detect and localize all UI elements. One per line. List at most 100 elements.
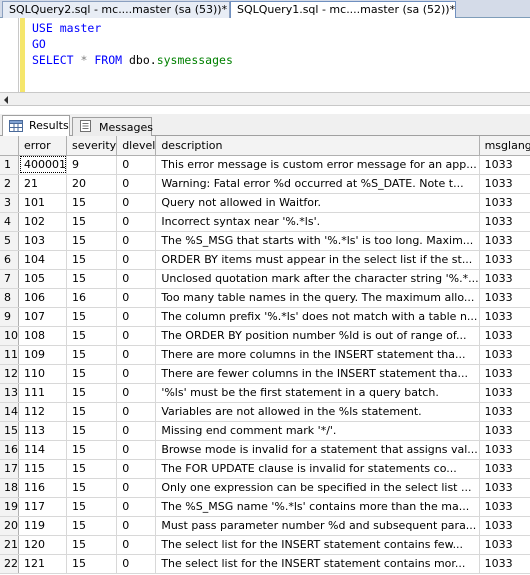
cell-dlevel[interactable]: 0: [116, 155, 157, 175]
cell-severity[interactable]: 15: [66, 212, 118, 232]
row-number[interactable]: 15: [0, 421, 19, 441]
cell-severity[interactable]: 9: [66, 155, 118, 175]
cell-error[interactable]: 121: [18, 554, 67, 574]
cell-msglangid[interactable]: 1033: [479, 250, 530, 270]
cell-dlevel[interactable]: 0: [116, 364, 157, 384]
cell-msglangid[interactable]: 1033: [479, 516, 530, 536]
cell-msglangid[interactable]: 1033: [479, 535, 530, 555]
table-row[interactable]: 8 106 16 0 Too many table names in the query…: [0, 288, 530, 308]
row-number-header[interactable]: [0, 136, 19, 156]
cell-dlevel[interactable]: 0: [116, 212, 157, 232]
row-number[interactable]: 21: [0, 535, 19, 555]
row-number[interactable]: 1: [0, 155, 19, 175]
row-number[interactable]: 10: [0, 326, 19, 346]
cell-severity[interactable]: 15: [66, 326, 118, 346]
cell-dlevel[interactable]: 0: [116, 269, 157, 289]
cell-dlevel[interactable]: 0: [116, 516, 157, 536]
query-editor[interactable]: USE master GO SELECT * FROM dbo.sysmessa…: [0, 18, 530, 92]
cell-msglangid[interactable]: 1033: [479, 402, 530, 422]
table-row[interactable]: 22 121 15 0 The select list for the INSERT s…: [0, 554, 530, 574]
table-row[interactable]: 1 400001 9 0 This error message is custom er…: [0, 155, 530, 175]
cell-msglangid[interactable]: 1033: [479, 269, 530, 289]
row-number[interactable]: 16: [0, 440, 19, 460]
cell-dlevel[interactable]: 0: [116, 193, 157, 213]
table-row[interactable]: 19 117 15 0 The %S_MSG name '%.*ls' contains…: [0, 497, 530, 517]
cell-msglangid[interactable]: 1033: [479, 440, 530, 460]
cell-dlevel[interactable]: 0: [116, 402, 157, 422]
cell-severity[interactable]: 15: [66, 478, 118, 498]
cell-severity[interactable]: 15: [66, 497, 118, 517]
cell-severity[interactable]: 15: [66, 440, 118, 460]
cell-error[interactable]: 114: [18, 440, 67, 460]
cell-severity[interactable]: 15: [66, 421, 118, 441]
cell-severity[interactable]: 16: [66, 288, 118, 308]
cell-description[interactable]: Variables are not allowed in the %ls sta…: [155, 402, 480, 422]
cell-error[interactable]: 102: [18, 212, 67, 232]
cell-severity[interactable]: 20: [66, 174, 118, 194]
cell-msglangid[interactable]: 1033: [479, 288, 530, 308]
cell-error[interactable]: 400001: [18, 155, 67, 175]
cell-error[interactable]: 117: [18, 497, 67, 517]
editor-horizontal-scrollbar[interactable]: [0, 92, 530, 106]
cell-dlevel[interactable]: 0: [116, 554, 157, 574]
cell-description[interactable]: There are fewer columns in the INSERT st…: [155, 364, 480, 384]
tab-messages[interactable]: Messages: [72, 117, 153, 136]
cell-msglangid[interactable]: 1033: [479, 497, 530, 517]
table-row[interactable]: 9 107 15 0 The column prefix '%.*ls' does no…: [0, 307, 530, 327]
cell-error[interactable]: 119: [18, 516, 67, 536]
row-number[interactable]: 4: [0, 212, 19, 232]
cell-msglangid[interactable]: 1033: [479, 155, 530, 175]
cell-msglangid[interactable]: 1033: [479, 478, 530, 498]
cell-error[interactable]: 112: [18, 402, 67, 422]
cell-description[interactable]: The select list for the INSERT statement…: [155, 535, 480, 555]
splitter[interactable]: [0, 106, 530, 114]
cell-description[interactable]: This error message is custom error messa…: [155, 155, 480, 175]
cell-description[interactable]: Too many table names in the query. The m…: [155, 288, 480, 308]
table-row[interactable]: 4 102 15 0 Incorrect syntax near '%.*ls'. 103…: [0, 212, 530, 232]
sql-code[interactable]: USE master GO SELECT * FROM dbo.sysmessa…: [32, 20, 233, 68]
cell-severity[interactable]: 15: [66, 383, 118, 403]
cell-error[interactable]: 105: [18, 269, 67, 289]
table-row[interactable]: 20 119 15 0 Must pass parameter number %d an…: [0, 516, 530, 536]
table-row[interactable]: 13 111 15 0 '%ls' must be the first statemen…: [0, 383, 530, 403]
row-number[interactable]: 20: [0, 516, 19, 536]
cell-description[interactable]: There are more columns in the INSERT sta…: [155, 345, 480, 365]
cell-severity[interactable]: 15: [66, 402, 118, 422]
row-number[interactable]: 19: [0, 497, 19, 517]
table-row[interactable]: 6 104 15 0 ORDER BY items must appear in the…: [0, 250, 530, 270]
cell-severity[interactable]: 15: [66, 307, 118, 327]
cell-dlevel[interactable]: 0: [116, 459, 157, 479]
results-grid[interactable]: error severity dlevel description msglan…: [0, 136, 530, 575]
cell-dlevel[interactable]: 0: [116, 250, 157, 270]
cell-description[interactable]: The ORDER BY position number %ld is out …: [155, 326, 480, 346]
cell-dlevel[interactable]: 0: [116, 231, 157, 251]
cell-msglangid[interactable]: 1033: [479, 326, 530, 346]
row-number[interactable]: 8: [0, 288, 19, 308]
cell-msglangid[interactable]: 1033: [479, 193, 530, 213]
cell-dlevel[interactable]: 0: [116, 345, 157, 365]
cell-dlevel[interactable]: 0: [116, 421, 157, 441]
cell-msglangid[interactable]: 1033: [479, 364, 530, 384]
column-header-description[interactable]: description: [155, 136, 480, 156]
tab-sqlquery2[interactable]: SQLQuery2.sql - mc....master (sa (53))*: [2, 1, 230, 18]
cell-severity[interactable]: 15: [66, 345, 118, 365]
table-row[interactable]: 17 115 15 0 The FOR UPDATE clause is invalid…: [0, 459, 530, 479]
cell-error[interactable]: 106: [18, 288, 67, 308]
cell-error[interactable]: 115: [18, 459, 67, 479]
cell-description[interactable]: Query not allowed in Waitfor.: [155, 193, 480, 213]
cell-msglangid[interactable]: 1033: [479, 383, 530, 403]
cell-description[interactable]: Missing end comment mark '*/'.: [155, 421, 480, 441]
cell-msglangid[interactable]: 1033: [479, 459, 530, 479]
cell-msglangid[interactable]: 1033: [479, 345, 530, 365]
cell-severity[interactable]: 15: [66, 250, 118, 270]
row-number[interactable]: 7: [0, 269, 19, 289]
row-number[interactable]: 3: [0, 193, 19, 213]
table-row[interactable]: 16 114 15 0 Browse mode is invalid for a sta…: [0, 440, 530, 460]
cell-error[interactable]: 21: [18, 174, 67, 194]
cell-dlevel[interactable]: 0: [116, 497, 157, 517]
cell-description[interactable]: The %S_MSG that starts with '%.*ls' is t…: [155, 231, 480, 251]
cell-msglangid[interactable]: 1033: [479, 231, 530, 251]
table-row[interactable]: 15 113 15 0 Missing end comment mark '*/'. 10…: [0, 421, 530, 441]
cell-severity[interactable]: 15: [66, 516, 118, 536]
tab-results[interactable]: Results: [2, 115, 70, 137]
